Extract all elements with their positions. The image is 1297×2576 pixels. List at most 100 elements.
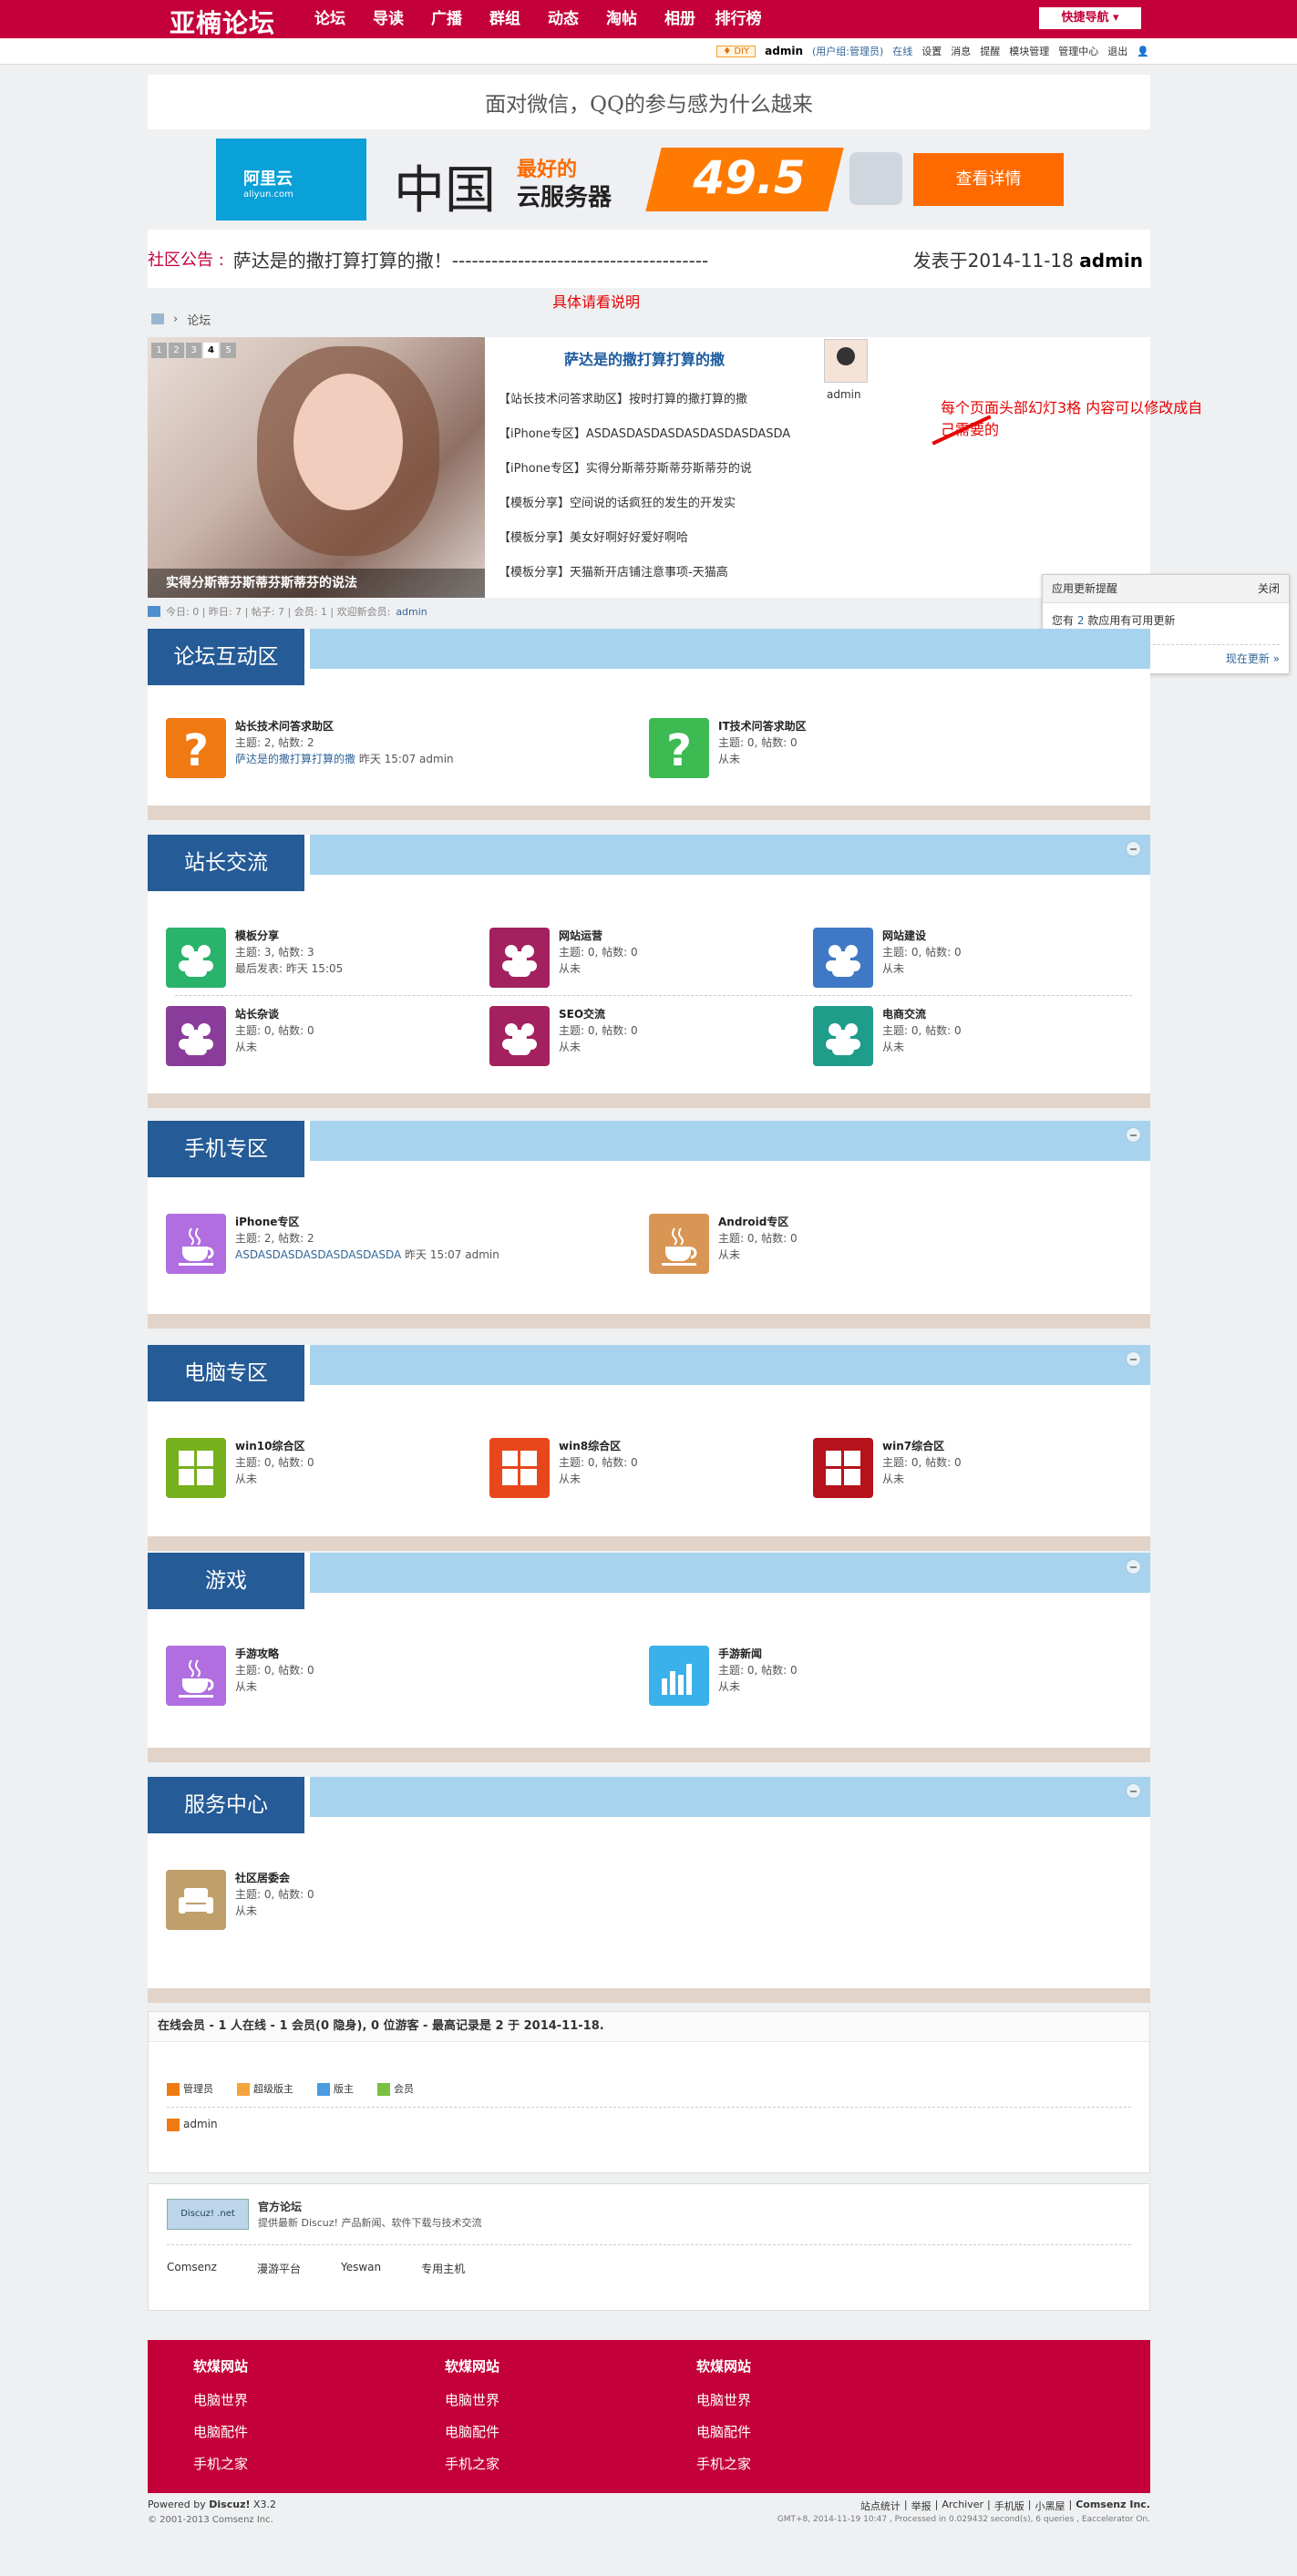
forum-item[interactable]: win10综合区 主题: 0, 帖数: 0 从未 [148, 1438, 471, 1507]
footer-link[interactable]: 电脑配件 [193, 2422, 248, 2454]
reminders-link[interactable]: 提醒 [980, 44, 1000, 58]
diy-button[interactable]: ♦ DIY [716, 45, 757, 57]
forum-item[interactable]: 站长杂谈 主题: 0, 帖数: 0 从未 [148, 1006, 471, 1075]
section-title[interactable]: 站长交流 [148, 835, 304, 891]
ad-banner[interactable]: 阿里云 aliyun.com 中国 最好的 云服务器 49.5 查看详情 [216, 139, 1082, 221]
blackroom-link[interactable]: 小黑屋 [1035, 2499, 1065, 2513]
forum-name[interactable]: IT技术问答求助区 [718, 718, 807, 734]
nav-item-groups[interactable]: 群组 [476, 0, 534, 38]
logout-link[interactable]: 退出 [1107, 44, 1127, 58]
online-user[interactable]: admin [167, 2118, 218, 2131]
nav-item-collection[interactable]: 淘帖 [592, 0, 651, 38]
forum-item[interactable]: 社区居委会 主题: 0, 帖数: 0 从未 [148, 1870, 631, 1939]
forum-name[interactable]: 网站运营 [559, 928, 602, 943]
hot-title[interactable]: 萨达是的撒打算打算的撒 [499, 337, 790, 383]
mobile-link[interactable]: 手机版 [994, 2499, 1024, 2513]
hot-item[interactable]: 【模板分享】美女好啊好好爱好啊哈 [499, 521, 790, 556]
link-yeswan[interactable]: Yeswan [341, 2261, 381, 2276]
forum-item[interactable]: win8综合区 主题: 0, 帖数: 0 从未 [471, 1438, 795, 1507]
slide-dot[interactable]: 3 [186, 343, 201, 358]
nav-item-album[interactable]: 相册 [651, 0, 709, 38]
section-title[interactable]: 电脑专区 [148, 1345, 304, 1401]
link-hosting[interactable]: 专用主机 [421, 2261, 465, 2276]
username-link[interactable]: admin [765, 45, 803, 57]
link-manyou[interactable]: 漫游平台 [257, 2261, 301, 2276]
forum-item[interactable]: 网站运营 主题: 0, 帖数: 0 从未 [471, 928, 795, 997]
forum-name[interactable]: 手游新闻 [718, 1646, 762, 1661]
messages-link[interactable]: 消息 [951, 44, 971, 58]
ad-details-button[interactable]: 查看详情 [913, 153, 1064, 206]
archiver-link[interactable]: Archiver [942, 2499, 983, 2513]
notice-author[interactable]: admin [1079, 250, 1143, 272]
forum-name[interactable]: 站长杂谈 [235, 1006, 279, 1021]
nav-item-guide[interactable]: 导读 [359, 0, 417, 38]
hot-item[interactable]: 【站长技术问答求助区】按时打算的撒打算的撒 [499, 383, 790, 417]
collapse-icon[interactable] [1126, 841, 1141, 857]
link-comsenz[interactable]: Comsenz [167, 2261, 217, 2276]
nav-item-forum[interactable]: 论坛 [301, 0, 359, 38]
forum-name[interactable]: 模板分享 [235, 928, 279, 943]
forum-name[interactable]: 电商交流 [882, 1006, 926, 1021]
section-title[interactable]: 游戏 [148, 1553, 304, 1609]
slide-image[interactable]: 1 2 3 4 5 实得分斯蒂芬斯蒂芬斯蒂芬的说法 [148, 337, 485, 598]
forum-item[interactable]: 手游新闻 主题: 0, 帖数: 0 从未 [631, 1646, 1114, 1715]
section-title[interactable]: 论坛互动区 [148, 629, 304, 685]
forum-name[interactable]: Android专区 [718, 1214, 788, 1229]
slide-dot[interactable]: 5 [221, 343, 236, 358]
module-manage-link[interactable]: 模块管理 [1009, 44, 1049, 58]
official-forum-link[interactable]: 官方论坛 [258, 2199, 302, 2214]
collapse-icon[interactable] [1126, 1351, 1141, 1367]
section-title[interactable]: 手机专区 [148, 1121, 304, 1177]
forum-item[interactable]: 网站建设 主题: 0, 帖数: 0 从未 [795, 928, 1118, 997]
section-title[interactable]: 服务中心 [148, 1777, 304, 1833]
collapse-icon[interactable] [1126, 1559, 1141, 1575]
forum-item[interactable]: SEO交流 主题: 0, 帖数: 0 从未 [471, 1006, 795, 1075]
nav-item-ranking[interactable]: 排行榜 [709, 0, 767, 38]
footer-link[interactable]: 电脑世界 [193, 2390, 248, 2422]
quick-nav-button[interactable]: 快捷导航 ▾ [1039, 7, 1141, 29]
user-group-link[interactable]: (用户组:管理员) [812, 44, 883, 58]
forum-item[interactable]: iPhone专区 主题: 2, 帖数: 2 ASDASDASDASDASDASDAS… [148, 1214, 631, 1283]
forum-item[interactable]: 模板分享 主题: 3, 帖数: 3 最后发表: 昨天 15:05 [148, 928, 471, 997]
online-user-name[interactable]: admin [183, 2118, 218, 2130]
forum-item[interactable]: 电商交流 主题: 0, 帖数: 0 从未 [795, 1006, 1118, 1075]
last-post-link[interactable]: ASDASDASDASDASDASDASDA [235, 1248, 401, 1261]
avatar[interactable] [824, 339, 868, 383]
nav-item-feed[interactable]: 动态 [534, 0, 592, 38]
notice-text[interactable]: 萨达是的撒打算打算的撒！----------------------------… [233, 246, 708, 272]
forum-item[interactable]: ? IT技术问答求助区 主题: 0, 帖数: 0 从未 [631, 718, 1114, 787]
breadcrumb-forum[interactable]: 论坛 [187, 311, 211, 328]
top-text-banner[interactable]: 面对微信，QQ的参与感为什么越来 [148, 75, 1150, 129]
footer-link[interactable]: 电脑世界 [696, 2390, 751, 2422]
forum-item[interactable]: ? 站长技术问答求助区 主题: 2, 帖数: 2 萨达是的撒打算打算的撒 昨天 15:… [148, 718, 631, 787]
hot-item[interactable]: 【iPhone专区】ASDASDASDASDASDASDASDASDA [499, 417, 790, 452]
forum-name[interactable]: 网站建设 [882, 928, 926, 943]
forum-name[interactable]: win8综合区 [559, 1438, 621, 1453]
slide-dot-active[interactable]: 4 [203, 343, 219, 358]
forum-name[interactable]: win7综合区 [882, 1438, 944, 1453]
avatar-username[interactable]: admin [827, 388, 861, 401]
forum-item[interactable]: win7综合区 主题: 0, 帖数: 0 从未 [795, 1438, 1118, 1507]
slide-caption[interactable]: 实得分斯蒂芬斯蒂芬斯蒂芬的说法 [148, 569, 485, 598]
stats-link[interactable]: 站点统计 [860, 2499, 901, 2513]
forum-item[interactable]: Android专区 主题: 0, 帖数: 0 从未 [631, 1214, 1114, 1283]
forum-name[interactable]: SEO交流 [559, 1006, 605, 1021]
comsenz-link[interactable]: Comsenz Inc. [1076, 2499, 1150, 2513]
forum-name[interactable]: 站长技术问答求助区 [235, 718, 334, 734]
hot-item[interactable]: 【iPhone专区】实得分斯蒂芬斯蒂芬斯蒂芬的说 [499, 452, 790, 487]
forum-name[interactable]: 手游攻略 [235, 1646, 279, 1661]
collapse-icon[interactable] [1126, 1783, 1141, 1799]
site-logo[interactable]: 亚楠论坛 [170, 4, 275, 40]
online-title[interactable]: 在线会员 - 1 人在线 - 1 会员(0 隐身), 0 位游客 - 最高记录是… [149, 2012, 1149, 2042]
slide-dot[interactable]: 1 [151, 343, 167, 358]
footer-link[interactable]: 手机之家 [445, 2454, 499, 2486]
discuz-link[interactable]: Discuz! [209, 2499, 250, 2510]
last-post-link[interactable]: 萨达是的撒打算打算的撒 [235, 753, 355, 765]
footer-link[interactable]: 手机之家 [696, 2454, 751, 2486]
nav-item-broadcast[interactable]: 广播 [417, 0, 476, 38]
popup-close[interactable]: 关闭 [1258, 575, 1280, 602]
home-icon[interactable] [151, 313, 164, 324]
forum-name[interactable]: win10综合区 [235, 1438, 304, 1453]
footer-link[interactable]: 电脑配件 [696, 2422, 751, 2454]
footer-link[interactable]: 电脑配件 [445, 2422, 499, 2454]
